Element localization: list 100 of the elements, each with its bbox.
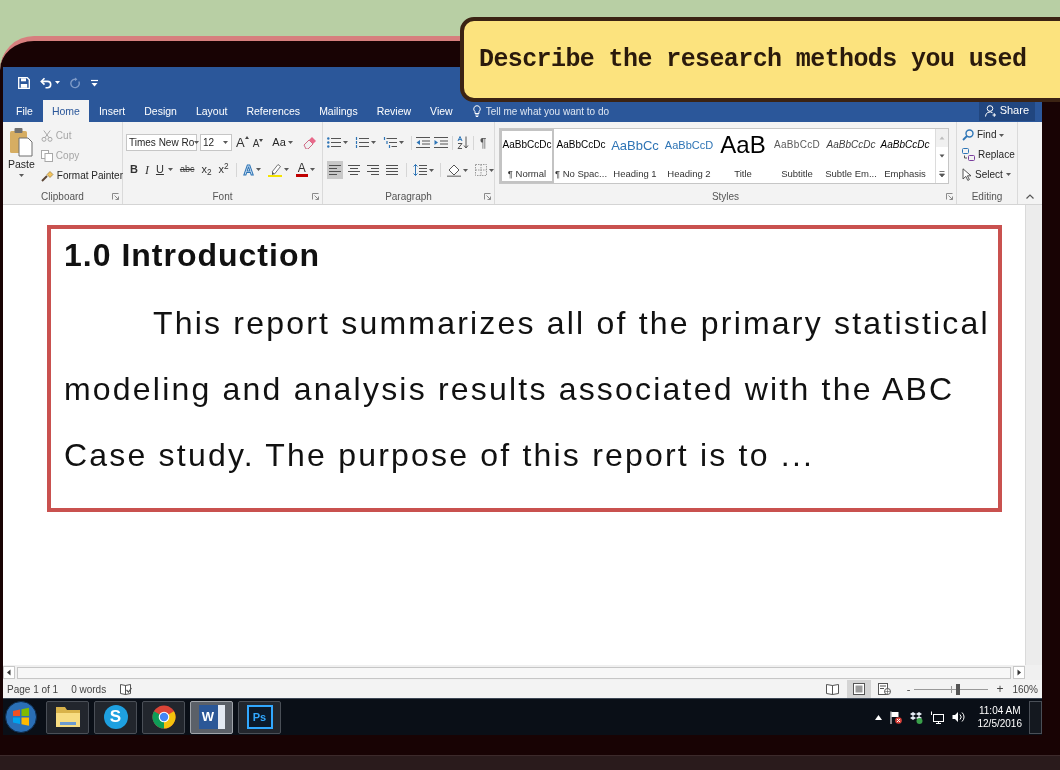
collapse-ribbon-icon[interactable] — [1026, 194, 1034, 199]
share-button[interactable]: Share — [978, 100, 1035, 121]
word-count[interactable]: 0 words — [71, 681, 107, 697]
find-button[interactable]: Find — [962, 129, 1017, 141]
flag-icon[interactable] — [889, 710, 902, 724]
style-preset[interactable]: AaBbCcDc ¶ Normal — [500, 129, 554, 183]
format-painter-button[interactable]: Format Painter — [40, 169, 123, 182]
numbered-list-icon[interactable] — [355, 137, 369, 148]
italic-button[interactable]: I — [144, 163, 149, 176]
caret-icon[interactable] — [255, 168, 261, 171]
monitor-icon[interactable] — [930, 710, 944, 724]
book-check-icon[interactable] — [120, 683, 133, 695]
dialog-launcher-icon[interactable] — [946, 193, 953, 200]
caret-icon[interactable] — [283, 168, 289, 171]
select-button[interactable]: Select — [962, 168, 1017, 181]
show-marks-button[interactable]: ¶ — [480, 136, 487, 149]
ribbon-tab[interactable]: References — [237, 100, 310, 122]
caret-icon[interactable] — [167, 168, 173, 171]
increase-indent-icon[interactable] — [434, 137, 448, 148]
vertical-scrollbar[interactable] — [1025, 205, 1042, 665]
style-preset[interactable]: AaBbCcDc Emphasis — [878, 129, 932, 183]
caret-icon[interactable] — [223, 141, 228, 144]
customize-icon[interactable] — [91, 78, 98, 87]
eraser-icon[interactable] — [302, 136, 316, 149]
caret-icon[interactable] — [463, 168, 468, 172]
multilevel-list-icon[interactable] — [383, 137, 397, 148]
zoom-out-button[interactable]: - — [906, 683, 911, 695]
caret-icon[interactable] — [309, 168, 315, 171]
font-size-dropdown[interactable]: 12 — [200, 134, 232, 151]
align-button[interactable] — [327, 161, 344, 179]
ribbon-tab[interactable]: Review — [367, 100, 421, 122]
dialog-launcher-icon[interactable] — [112, 193, 119, 200]
paint-bucket-icon[interactable] — [447, 163, 461, 177]
style-preset[interactable]: AaBbCcD Heading 2 — [662, 129, 716, 183]
scroll-right-icon[interactable] — [1013, 666, 1025, 679]
caret-icon[interactable] — [429, 168, 435, 172]
lightbulb-icon[interactable] — [472, 105, 481, 117]
undo-icon[interactable] — [40, 76, 53, 89]
decrease-indent-icon[interactable] — [416, 137, 430, 148]
caret-icon[interactable] — [399, 141, 404, 144]
ribbon-tab[interactable]: View — [421, 100, 462, 122]
highlighter-icon[interactable] — [267, 162, 282, 177]
caret-icon[interactable] — [1005, 173, 1011, 176]
windows-orb-icon[interactable] — [5, 701, 37, 733]
box-sync-icon[interactable] — [909, 710, 923, 724]
paste-button[interactable]: Paste — [8, 127, 35, 189]
change-case-button[interactable]: Aa — [272, 137, 293, 148]
caret-icon[interactable] — [371, 141, 376, 144]
ribbon-tab[interactable]: Layout — [186, 100, 237, 122]
slider-thumb[interactable] — [956, 683, 961, 695]
taskbar-button[interactable] — [142, 700, 185, 734]
sort-icon[interactable] — [457, 136, 469, 149]
style-preset[interactable]: AaBbCcDc Subtle Em... — [824, 129, 878, 183]
ribbon-tab[interactable]: Home — [42, 100, 89, 122]
style-preset[interactable]: AaBbCc Heading 1 — [608, 129, 662, 183]
speaker-icon[interactable] — [951, 711, 965, 723]
caret-icon[interactable] — [18, 174, 24, 177]
save-icon[interactable] — [18, 76, 30, 89]
caret-icon[interactable] — [55, 81, 60, 84]
caret-icon[interactable] — [287, 141, 293, 144]
style-preset[interactable]: AaBbCcDc ¶ No Spac... — [554, 129, 608, 183]
ribbon-tab[interactable]: File — [7, 100, 42, 122]
clock-time[interactable]: 11:04 AM — [979, 704, 1021, 717]
ribbon-tab[interactable]: Mailings — [310, 100, 367, 122]
caret-icon[interactable] — [999, 133, 1005, 137]
underline-button[interactable]: U — [155, 164, 164, 175]
scroll-left-icon[interactable] — [3, 666, 15, 679]
taskbar-button[interactable]: Ps — [238, 700, 281, 734]
view-mode-button[interactable] — [846, 680, 871, 698]
zoom-in-button[interactable]: + — [996, 683, 1004, 695]
style-preset[interactable]: AaBbCcD Subtitle — [770, 129, 824, 183]
bold-button[interactable]: B — [130, 164, 138, 175]
tell-me-field[interactable]: Tell me what you want to do — [485, 103, 646, 119]
caret-icon[interactable] — [343, 141, 348, 144]
caret-icon[interactable] — [194, 141, 200, 144]
ribbon-tab[interactable]: Design — [135, 100, 186, 122]
subscript-button[interactable]: x$_{2}$ — [201, 164, 212, 175]
page-count[interactable]: Page 1 of 1 — [7, 681, 59, 697]
shrink-font-button[interactable]: A — [252, 136, 264, 149]
ribbon-tab[interactable]: Insert — [89, 100, 135, 122]
superscript-button[interactable]: x$^{2}$ — [218, 164, 229, 175]
font-name-dropdown[interactable]: Times New Ro — [126, 134, 197, 151]
dialog-launcher-icon[interactable] — [312, 193, 319, 200]
zoom-slider[interactable] — [914, 683, 989, 695]
triangle-up-icon[interactable] — [874, 714, 882, 720]
scrollbar-thumb[interactable] — [17, 666, 1011, 679]
strikethrough-button[interactable]: abc — [179, 165, 195, 174]
taskbar-button[interactable] — [46, 700, 89, 734]
replace-button[interactable]: Replace — [962, 148, 1017, 161]
caret-icon[interactable] — [489, 168, 494, 172]
dialog-launcher-icon[interactable] — [484, 193, 491, 200]
book-icon — [826, 683, 840, 695]
taskbar-button[interactable]: W — [190, 700, 233, 734]
clock-date[interactable]: 12/5/2016 — [977, 717, 1022, 730]
bullet-list-icon[interactable] — [327, 137, 341, 148]
line-spacing-icon[interactable] — [413, 164, 428, 176]
style-preset[interactable]: AaB Title — [716, 129, 770, 183]
zoom-level[interactable]: 160% — [1012, 681, 1038, 697]
grow-font-button[interactable]: A — [236, 136, 249, 149]
font-color-button[interactable]: A — [295, 162, 315, 177]
